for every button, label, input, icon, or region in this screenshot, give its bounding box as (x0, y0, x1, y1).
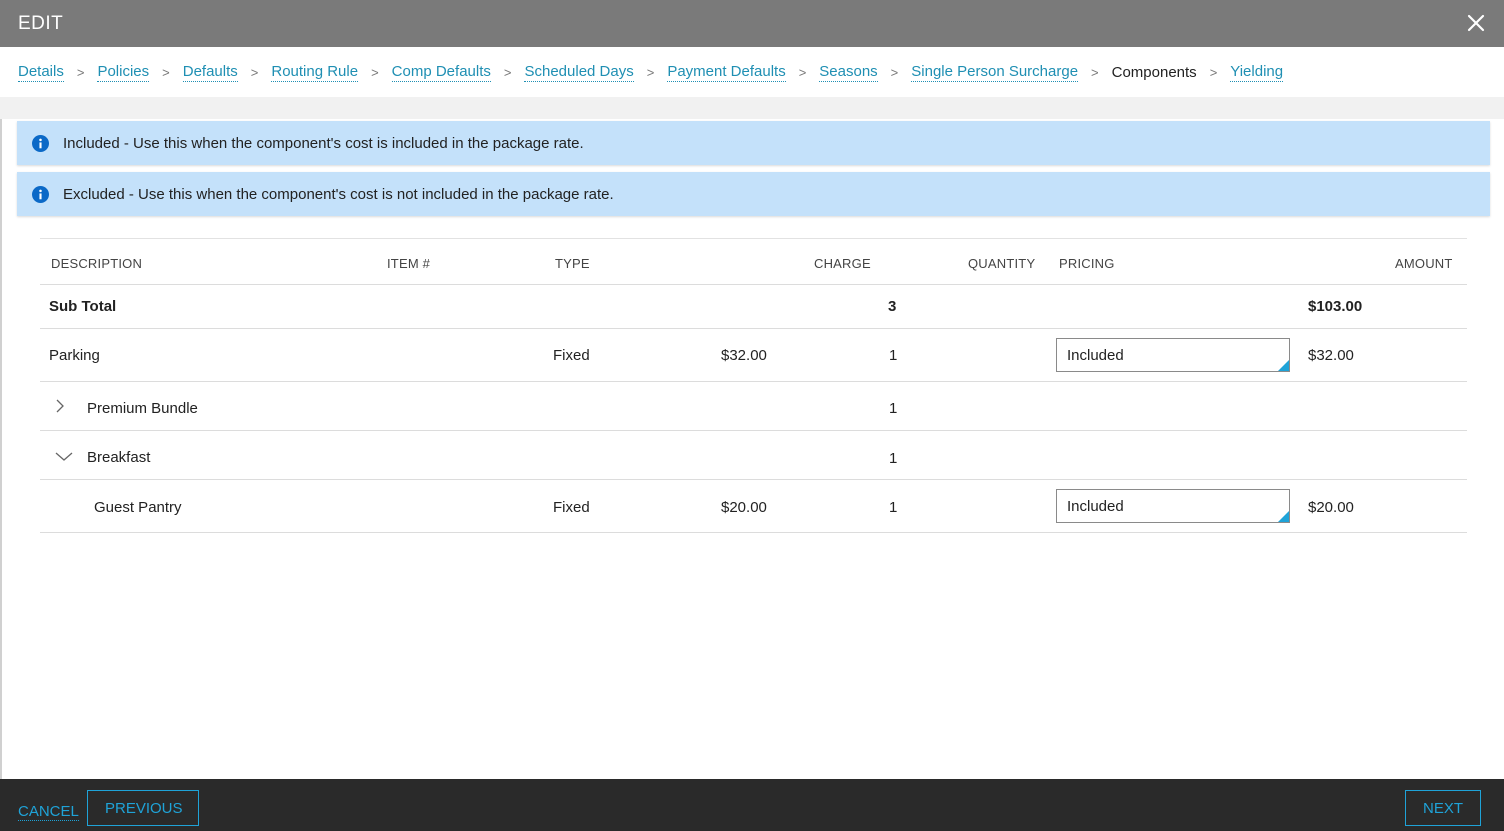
dialog-titlebar: EDIT (0, 0, 1504, 47)
info-icon (32, 185, 49, 203)
dialog-title: EDIT (18, 13, 64, 34)
table-header: DESCRIPTION ITEM # TYPE CHARGE QUANTITY … (40, 238, 1467, 285)
breadcrumb-separator: > (890, 64, 899, 80)
info-alert-excluded: Excluded - Use this when the component's… (17, 172, 1490, 216)
content-top-strip (0, 97, 1504, 119)
next-button[interactable]: NEXT (1405, 790, 1481, 826)
info-alert-included: Included - Use this when the component's… (17, 121, 1490, 165)
header-type[interactable]: TYPE (555, 256, 590, 271)
table-row-group: Breakfast 1 (40, 431, 1467, 480)
alert-text: Included - Use this when the component's… (63, 134, 584, 152)
pricing-select-value: Included (1067, 347, 1124, 364)
alert-text: Excluded - Use this when the component's… (63, 185, 614, 203)
breadcrumb-separator: > (798, 64, 807, 80)
row-quantity: 1 (889, 400, 898, 417)
row-description: Guest Pantry (94, 499, 182, 516)
pricing-select-value: Included (1067, 498, 1124, 515)
row-quantity: 1 (889, 499, 898, 516)
header-quantity[interactable]: QUANTITY (968, 256, 1035, 271)
breadcrumb-separator: > (646, 64, 655, 80)
breadcrumb-separator: > (371, 64, 379, 80)
breadcrumb-separator: > (1209, 64, 1218, 80)
components-table: DESCRIPTION ITEM # TYPE CHARGE QUANTITY … (40, 238, 1467, 533)
breadcrumb-separator: > (1091, 64, 1099, 80)
subtotal-amount: $103.00 (1308, 298, 1363, 315)
subtotal-row: Sub Total 3 $103.00 (40, 285, 1467, 329)
previous-button[interactable]: PREVIOUS (87, 790, 199, 826)
chevron-right-icon[interactable] (53, 399, 67, 413)
breadcrumb-separator: > (162, 64, 170, 80)
row-amount: $20.00 (1308, 499, 1354, 516)
row-type: Fixed (553, 499, 590, 516)
breadcrumb-separator: > (76, 64, 85, 80)
breadcrumb-scheduled-days[interactable]: Scheduled Days (524, 63, 634, 82)
breadcrumb-seasons[interactable]: Seasons (819, 63, 878, 82)
dropdown-corner-icon (1278, 511, 1289, 522)
dialog-footer: CANCEL PREVIOUS NEXT (0, 779, 1504, 831)
row-charge: $20.00 (721, 499, 767, 516)
breadcrumb-defaults[interactable]: Defaults (182, 63, 238, 82)
subtotal-quantity: 3 (888, 298, 897, 315)
info-icon (32, 134, 49, 152)
breadcrumb-components-current: Components (1111, 63, 1197, 81)
close-icon[interactable] (1464, 11, 1488, 35)
row-charge: $32.00 (721, 347, 767, 364)
header-item-number[interactable]: ITEM # (387, 256, 430, 271)
breadcrumb-comp-defaults[interactable]: Comp Defaults (391, 63, 491, 82)
table-row: Parking Fixed $32.00 1 Included $32.00 (40, 329, 1467, 382)
row-type: Fixed (553, 347, 590, 364)
breadcrumb-separator: > (503, 64, 512, 80)
subtotal-label: Sub Total (49, 298, 117, 315)
header-charge[interactable]: CHARGE (814, 256, 871, 271)
row-quantity: 1 (889, 347, 898, 364)
header-amount[interactable]: AMOUNT (1395, 256, 1453, 271)
table-row: Guest Pantry Fixed $20.00 1 Included $20… (40, 480, 1467, 533)
breadcrumb-yielding[interactable]: Yielding (1230, 63, 1284, 82)
breadcrumb-separator: > (250, 64, 259, 80)
breadcrumb: Details > Policies > Defaults > Routing … (0, 47, 1504, 97)
header-pricing[interactable]: PRICING (1059, 256, 1115, 271)
breadcrumb-details[interactable]: Details (18, 63, 64, 82)
breadcrumb-routing-rule[interactable]: Routing Rule (271, 63, 359, 82)
row-amount: $32.00 (1308, 347, 1354, 364)
dropdown-corner-icon (1278, 360, 1289, 371)
chevron-down-icon[interactable] (55, 449, 73, 463)
row-description: Parking (49, 347, 100, 364)
header-description[interactable]: DESCRIPTION (51, 256, 142, 271)
breadcrumb-single-person-surcharge[interactable]: Single Person Surcharge (911, 63, 1079, 82)
breadcrumb-payment-defaults[interactable]: Payment Defaults (667, 63, 786, 82)
row-description: Premium Bundle (87, 400, 198, 417)
row-description: Breakfast (87, 449, 151, 466)
row-quantity: 1 (889, 450, 898, 467)
cancel-link[interactable]: CANCEL (18, 803, 79, 821)
breadcrumb-policies[interactable]: Policies (97, 63, 150, 82)
pricing-select[interactable]: Included (1056, 338, 1290, 372)
table-row-group: Premium Bundle 1 (40, 382, 1467, 431)
pricing-select[interactable]: Included (1056, 489, 1290, 523)
